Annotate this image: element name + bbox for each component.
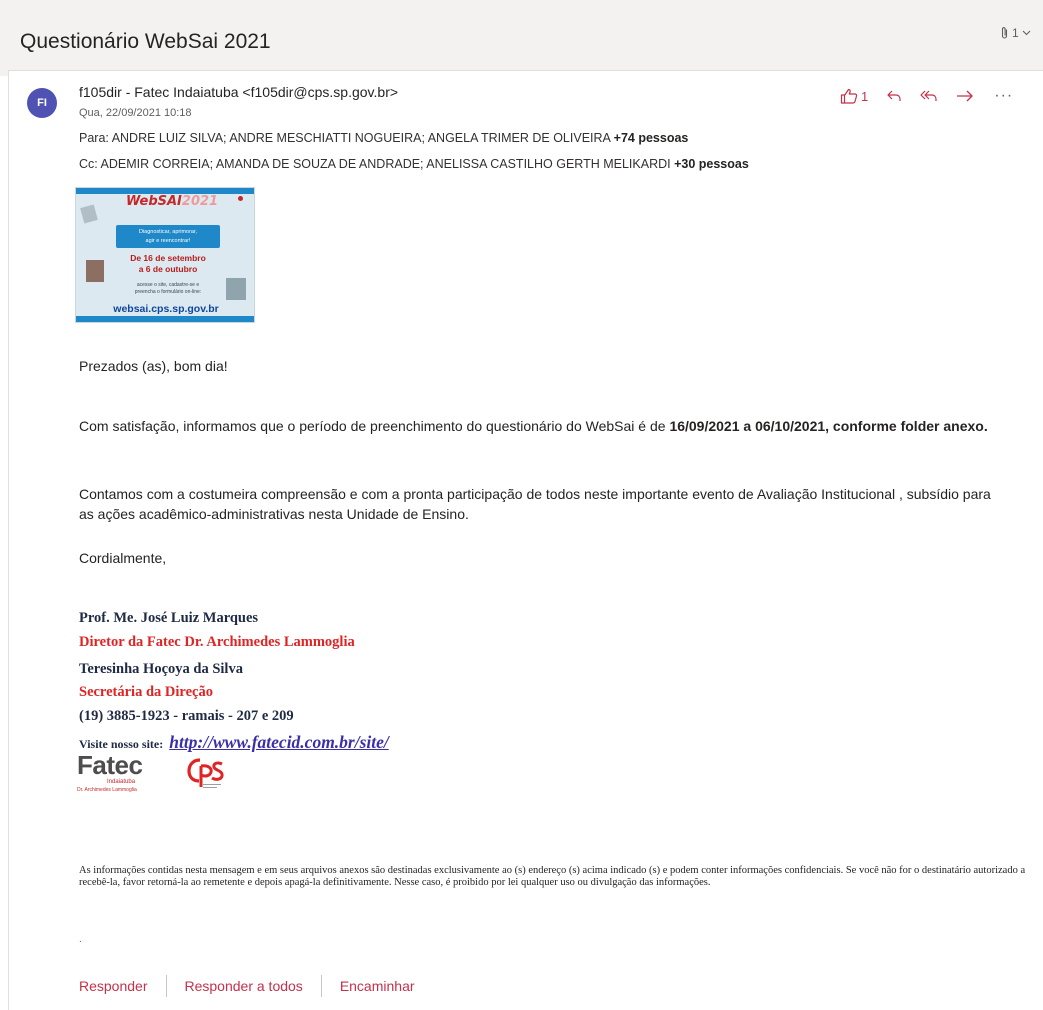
cc-list: ADEMIR CORREIA; AMANDA DE SOUZA DE ANDRA…: [100, 157, 671, 171]
chevron-down-icon: [1022, 30, 1031, 36]
more-actions-button[interactable]: ···: [994, 87, 1013, 105]
paperclip-icon: [1000, 26, 1009, 40]
email-subject: Questionário WebSai 2021: [20, 30, 271, 53]
signature-role-director: Diretor da Fatec Dr. Archimedes Lammogli…: [79, 634, 355, 650]
flyer-decoration: [80, 204, 98, 224]
site-link[interactable]: http://www.fatecid.com.br/site/: [169, 732, 389, 752]
attachment-indicator[interactable]: 1: [1000, 26, 1031, 40]
reply-button[interactable]: Responder: [79, 978, 148, 994]
greeting: Prezados (as), bom dia!: [79, 358, 228, 374]
flyer-title: WebSAI2021: [126, 194, 219, 209]
closing: Cordialmente,: [79, 550, 167, 566]
to-more-link[interactable]: +74 pessoas: [614, 131, 689, 145]
attachment-count: 1: [1012, 26, 1019, 40]
site-label: Visite nosso site:: [79, 737, 164, 751]
flyer-dates: De 16 de setembro a 6 de outubro: [130, 253, 206, 274]
message-actions: 1 ···: [840, 86, 1013, 106]
reply-all-icon-button[interactable]: [920, 89, 938, 103]
cc-label: Cc:: [79, 157, 98, 171]
body-paragraph-participation: Contamos com a costumeira compreensão e …: [79, 486, 991, 522]
cc-recipients[interactable]: Cc: ADEMIR CORREIA; AMANDA DE SOUZA DE A…: [79, 157, 749, 171]
stray-dot: .: [79, 934, 82, 945]
cc-more-link[interactable]: +30 pessoas: [674, 157, 749, 171]
like-count: 1: [861, 88, 869, 104]
disclaimer: As informações contidas nesta mensagem e…: [79, 865, 1026, 888]
like-button[interactable]: 1: [840, 88, 868, 104]
signature-phone: (19) 3885-1923 - ramais - 207 e 209: [79, 708, 294, 724]
flyer-bottom-band: [76, 316, 254, 322]
separator: [165, 975, 167, 997]
sender-name[interactable]: f105dir - Fatec Indaiatuba <f105dir@cps.…: [79, 84, 398, 100]
to-list: ANDRE LUIZ SILVA; ANDRE MESCHIATTI NOGUE…: [111, 131, 611, 145]
message-date: Qua, 22/09/2021 10:18: [79, 107, 192, 119]
signature-name-secretary: Teresinha Hoçoya da Silva: [79, 661, 243, 677]
flyer-decoration: [238, 196, 243, 201]
reply-all-icon: [920, 89, 938, 103]
cps-logo: [186, 754, 226, 794]
flyer-url: websai.cps.sp.gov.br: [113, 303, 219, 315]
fatec-logo: Fatec Indaiatuba Dr. Archimedes Lammogli…: [77, 750, 143, 793]
websai-flyer-image[interactable]: WebSAI2021 Diagnosticar, aprimorar, agir…: [75, 187, 255, 323]
forward-arrow-icon: [956, 89, 974, 103]
reply-icon-button[interactable]: [886, 89, 902, 103]
forward-button[interactable]: Encaminhar: [340, 978, 415, 994]
reply-bar: Responder Responder a todos Encaminhar: [79, 975, 415, 997]
signature-name-director: Prof. Me. José Luiz Marques: [79, 610, 259, 626]
subject-bar: Questionário WebSai 2021 1: [0, 0, 1043, 76]
to-recipients[interactable]: Para: ANDRE LUIZ SILVA; ANDRE MESCHIATTI…: [79, 131, 688, 145]
forward-icon-button[interactable]: [956, 89, 974, 103]
reply-all-button[interactable]: Responder a todos: [185, 978, 303, 994]
body-paragraph-period: Com satisfação, informamos que o período…: [79, 418, 988, 434]
signature-role-secretary: Secretária da Direção: [79, 684, 213, 700]
flyer-decoration: [86, 260, 104, 282]
flyer-tagline: Diagnosticar, aprimorar, agir e reencont…: [116, 225, 220, 248]
to-label: Para:: [79, 131, 109, 145]
sender-avatar[interactable]: FI: [27, 88, 57, 118]
separator: [320, 975, 322, 997]
flyer-instructions: acesse o site, cadastre-se e preencha o …: [134, 282, 202, 295]
thumbs-up-icon: [840, 88, 858, 104]
reply-icon: [886, 89, 902, 103]
flyer-decoration: [226, 278, 246, 300]
